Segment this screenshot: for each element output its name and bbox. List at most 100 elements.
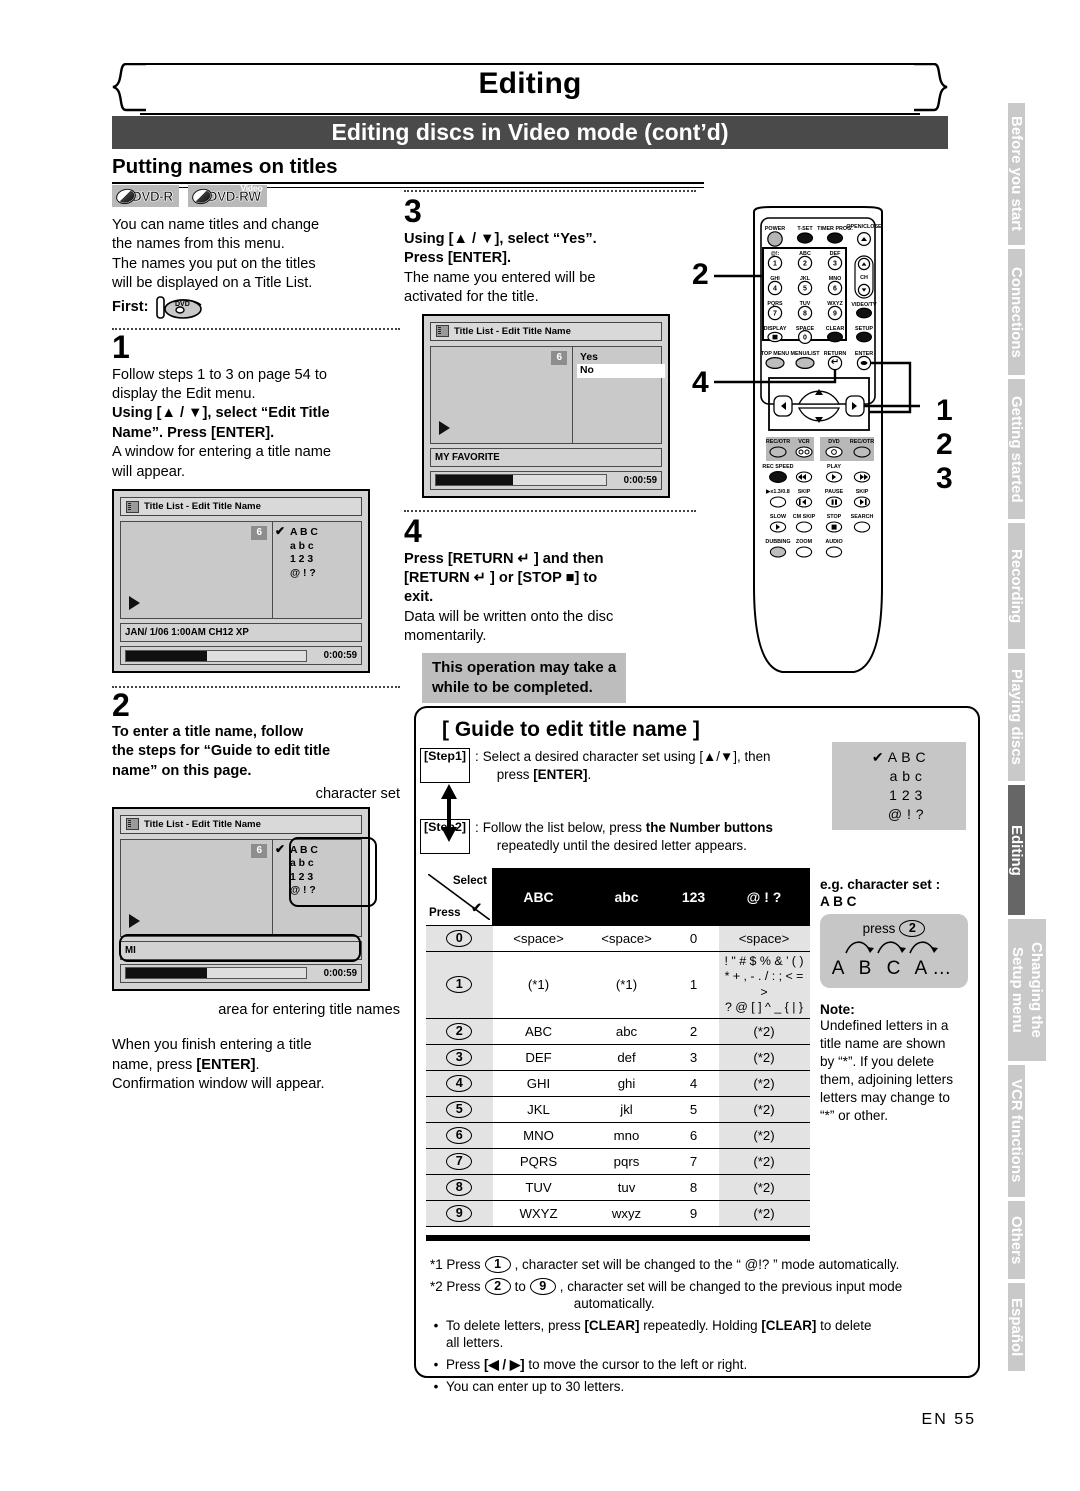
step-4-instruction: Press [RETURN ↵ ] and then	[404, 550, 604, 567]
screen-progress-row: 0:00:59	[120, 963, 362, 983]
remote-callout-2-left: 2	[692, 258, 709, 291]
step-2-followup: When you finish entering a title name, p…	[112, 1036, 400, 1094]
charset-example-box: ✔ A B C a b c 1 2 3 @ ! ?	[832, 742, 966, 830]
confirm-option-no[interactable]: No	[577, 364, 665, 378]
svg-text:AUDIO: AUDIO	[825, 539, 842, 545]
logo-dvd-r: DVD-R	[112, 185, 179, 207]
notice-line: This operation may take a	[432, 658, 617, 676]
note-line: letters may change to	[820, 1090, 950, 1105]
cell-123: 9	[668, 1199, 719, 1227]
cell-abc-lower: <space>	[584, 924, 669, 952]
step-2-line: To enter a title name, follow	[112, 724, 304, 741]
step-1-line: will appear.	[112, 463, 186, 480]
callout-entry-area: area for entering title names	[218, 1001, 400, 1018]
intro-line: will be displayed on a Title List.	[112, 275, 313, 292]
eg-heading: e.g. character set : A B C	[820, 876, 970, 910]
footnote-prefix: *2 Press	[430, 1278, 481, 1294]
clear-key-ref: [CLEAR]	[584, 1317, 640, 1333]
column-header-abc: ABC	[492, 868, 585, 926]
charset-option[interactable]: @ ! ?	[277, 884, 361, 898]
cell-abc-lower: ghi	[584, 1069, 669, 1097]
check-icon: ✔	[275, 841, 286, 856]
cell-symbols: (*2)	[718, 1017, 810, 1045]
cell-abc-lower: tuv	[584, 1173, 669, 1201]
bullet-icon: •	[433, 1356, 439, 1372]
screen-mock-step3: Title List - Edit Title Name 6 Yes No MY…	[422, 313, 670, 498]
table-row: 9 WXYZ wxyz 9 (*2)	[426, 1199, 810, 1227]
charset-line: @ ! ?	[887, 806, 925, 822]
charset-option[interactable]: A B C	[277, 526, 361, 540]
key-cell: 8	[426, 1173, 493, 1201]
intro-line: the names from this menu.	[112, 236, 285, 253]
confirm-option-yes[interactable]: Yes	[577, 351, 661, 365]
index-tab-espanol[interactable]: Español	[1008, 1283, 1025, 1371]
svg-text:REC SPEED: REC SPEED	[762, 464, 793, 470]
screen-info: MI	[120, 940, 362, 960]
svg-text:STOP: STOP	[827, 514, 842, 520]
cell-123: 2	[668, 1017, 719, 1045]
svg-text:1: 1	[773, 261, 777, 268]
cell-123: 1	[668, 950, 719, 1019]
key-cell: 2	[426, 1017, 493, 1045]
step-3-instruction: Using [▲ / ▼], select “Yes”.	[404, 231, 597, 247]
charset-option[interactable]: @ ! ?	[277, 567, 361, 581]
step1-label: [Step1]	[420, 748, 470, 783]
bullet-2: • Press [◀ / ▶] to move the cursor to th…	[430, 1356, 970, 1374]
svg-text:0: 0	[803, 335, 807, 342]
svg-text:POWER: POWER	[765, 226, 785, 232]
page-number: EN 55	[921, 1411, 976, 1428]
followup-text: .	[255, 1056, 260, 1073]
guide-title: [ Guide to edit title name ]	[442, 718, 700, 741]
index-tab-connections[interactable]: Connections	[1008, 249, 1025, 375]
left-column: DVD-R DVD-RW Video You can name titles a…	[112, 183, 400, 1094]
index-tab-getting-started[interactable]: Getting started	[1008, 379, 1025, 519]
character-table: Select Press ✔ ABC abc 123 @ ! ? 0 <spac…	[426, 868, 810, 1227]
charset-option[interactable]: A B C	[277, 844, 361, 858]
cell-symbols: (*2)	[718, 1199, 810, 1227]
title-list-icon	[126, 818, 139, 831]
bullet-text: Press [◀ / ▶] to move the cursor to the …	[446, 1356, 748, 1372]
index-tab-others[interactable]: Others	[1008, 1201, 1025, 1279]
charset-option[interactable]: a b c	[277, 857, 361, 871]
footnote-text: , character set will be changed to the p…	[559, 1278, 903, 1312]
index-tab-editing[interactable]: Editing	[1008, 785, 1025, 915]
cell-123: 3	[668, 1043, 719, 1071]
key-cell: 5	[426, 1095, 493, 1123]
cell-abc: TUV	[492, 1173, 585, 1201]
footnote-prefix: *1 Press	[430, 1257, 481, 1272]
svg-text:SKIP: SKIP	[798, 489, 811, 495]
screen-thumbnail: 6	[431, 347, 572, 443]
note-title: Note:	[820, 1002, 855, 1017]
charset-line: ✔ A B C	[871, 749, 927, 765]
first-label: First:	[112, 298, 149, 315]
cell-symbols: (*2)	[718, 1121, 810, 1149]
charset-option[interactable]: a b c	[277, 540, 361, 554]
progress-bar	[125, 649, 307, 662]
section-title: Editing discs in Video mode (cont’d)	[112, 116, 948, 149]
key-oval: 0	[446, 929, 473, 947]
index-tab-changing-the-setup-menu[interactable]: Changing the Setup menu	[1008, 919, 1046, 1061]
index-tab-playing-discs[interactable]: Playing discs	[1008, 653, 1025, 781]
symbol-line: * + , - . / : ; < = >	[724, 969, 804, 999]
charset-option[interactable]: 1 2 3	[277, 553, 361, 567]
cell-abc-lower: wxyz	[584, 1199, 669, 1227]
corner-press-label: Press	[429, 905, 461, 919]
svg-text:CM SKIP: CM SKIP	[793, 514, 816, 520]
screen-mock-step1: Title List - Edit Title Name 6 ✔ A B C a…	[112, 489, 370, 674]
table-row: 0 <space> <space> 0 <space>	[426, 924, 810, 952]
index-tab-before-you-start[interactable]: Before you start	[1008, 103, 1025, 245]
eg-cycle-box: press 2 A B C A…	[820, 914, 968, 988]
step-3-line: activated for the title.	[404, 289, 539, 306]
index-tab-recording[interactable]: Recording	[1008, 523, 1025, 649]
screen-progress-row: 0:00:59	[120, 646, 362, 666]
cell-abc: DEF	[492, 1043, 585, 1071]
cell-abc: JKL	[492, 1095, 585, 1123]
table-row: 7 PQRS pqrs 7 (*2)	[426, 1147, 810, 1175]
svg-text:PAUSE: PAUSE	[825, 489, 844, 495]
charset-option[interactable]: 1 2 3	[277, 871, 361, 885]
subsection-title: Putting names on titles	[112, 155, 704, 184]
svg-text:5: 5	[803, 286, 807, 293]
step-4-text: Press [RETURN ↵ ] and then [RETURN ↵ ] o…	[404, 550, 696, 647]
screen-body: 6 ✔ A B C a b c 1 2 3 @ ! ?	[120, 521, 362, 620]
index-tab-vcr-functions[interactable]: VCR functions	[1008, 1065, 1025, 1197]
